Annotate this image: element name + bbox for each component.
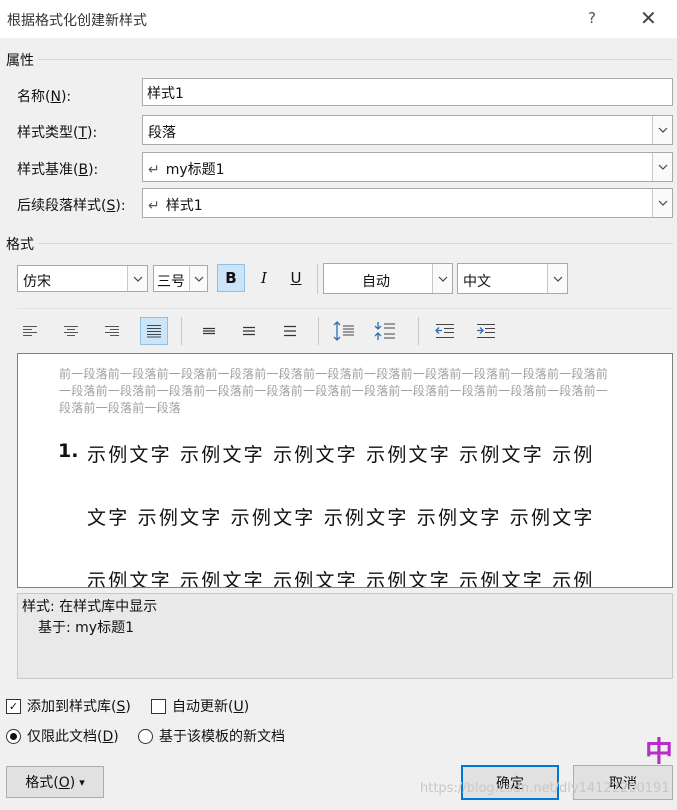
format-divider (38, 243, 673, 244)
paragraph-return-icon: ↵ (148, 162, 160, 178)
template-documents-label: 基于该模板的新文档 (159, 729, 285, 745)
underline-button[interactable]: U (282, 264, 310, 292)
font-value: 仿宋 (23, 274, 51, 290)
single-spacing-button[interactable] (195, 317, 223, 345)
indent-decrease-icon (435, 324, 454, 338)
align-right-button[interactable] (98, 317, 126, 345)
spacing-decrease-icon (374, 322, 395, 340)
chevron-down-icon[interactable] (547, 264, 567, 293)
justify-button[interactable] (140, 317, 168, 345)
sample-text-line-1: 示例文字 示例文字 示例文字 示例文字 示例文字 示例 (87, 444, 595, 466)
font-size-select[interactable]: 三号 (153, 265, 208, 292)
check-icon: ✓ (8, 699, 19, 713)
next-style-select[interactable]: ↵ 样式1 (142, 188, 673, 218)
decrease-paragraph-spacing-button[interactable] (371, 317, 399, 345)
font-size-value: 三号 (157, 274, 185, 290)
auto-update-label: 自动更新(U) (172, 699, 250, 715)
chevron-down-icon[interactable] (432, 264, 452, 293)
line-spacing-double-icon (284, 325, 296, 337)
only-this-document-label: 仅限此文档(D) (27, 729, 119, 745)
align-right-icon (105, 326, 119, 336)
chevron-down-icon[interactable] (652, 116, 672, 144)
style-description: 样式: 在样式库中显示 基于: my标题1 (17, 593, 673, 679)
font-color-value: 自动 (362, 274, 390, 290)
bold-button[interactable]: B (217, 264, 245, 292)
format-heading: 格式 (6, 237, 34, 253)
format-menu-button[interactable]: 格式(O) ▾ (6, 766, 104, 798)
title-bar: 根据格式化创建新样式 ? ✕ (0, 0, 677, 38)
add-to-gallery-label: 添加到样式库(S) (27, 699, 131, 715)
one-half-spacing-button[interactable] (235, 317, 263, 345)
template-documents-radio[interactable]: 基于该模板的新文档 (138, 726, 285, 746)
radio-selected[interactable] (6, 728, 21, 744)
italic-button[interactable]: I (250, 264, 278, 292)
description-line-1: 样式: 在样式库中显示 (22, 599, 158, 615)
properties-divider (38, 59, 673, 60)
style-type-select[interactable]: 段落 (142, 115, 673, 145)
toolbar-separator (181, 317, 182, 345)
add-to-gallery-checkbox[interactable]: ✓ 添加到样式库(S) (6, 696, 131, 716)
line-spacing-onehalf-icon (243, 326, 255, 336)
align-left-button[interactable] (16, 317, 44, 345)
description-line-2: 基于: my标题1 (38, 620, 134, 636)
previous-paragraph-text: 前一段落前一段落前一段落前一段落前一段落前一段落前一段落前一段落前一段落前一段落… (59, 367, 609, 415)
indent-increase-icon (477, 324, 495, 338)
chevron-down-icon[interactable] (127, 266, 147, 291)
align-center-icon (64, 326, 78, 336)
script-value: 中文 (463, 274, 491, 290)
decrease-indent-button[interactable] (431, 317, 459, 345)
spacing-increase-icon (333, 321, 354, 341)
name-input-value: 样式1 (147, 86, 184, 102)
checkbox-box[interactable] (151, 698, 166, 714)
list-number: 1. (58, 440, 79, 462)
align-left-icon (23, 326, 37, 336)
help-button[interactable]: ? (588, 9, 596, 27)
dialog-title: 根据格式化创建新样式 (7, 13, 147, 29)
style-based-on-value: my标题1 (165, 162, 225, 178)
toolbar-divider (17, 308, 673, 309)
close-button[interactable]: ✕ (640, 6, 657, 30)
chevron-down-icon[interactable] (652, 153, 672, 181)
toolbar-separator (317, 264, 318, 294)
next-style-value: 样式1 (165, 198, 203, 214)
increase-paragraph-spacing-button[interactable] (330, 317, 358, 345)
style-based-on-label: 样式基准(B): (17, 162, 99, 178)
paragraph-return-icon: ↵ (148, 198, 160, 214)
next-style-label: 后续段落样式(S): (17, 198, 126, 214)
font-color-select[interactable]: 自动 (323, 263, 453, 294)
chevron-down-icon[interactable] (189, 266, 207, 291)
style-type-value: 段落 (148, 125, 176, 141)
toolbar-separator (318, 317, 319, 345)
double-spacing-button[interactable] (276, 317, 304, 345)
logo-glyph: 中 (645, 737, 674, 768)
format-menu-label: 格式(O) (25, 775, 76, 791)
radio-unselected[interactable] (138, 728, 153, 744)
style-preview: 前一段落前一段落前一段落前一段落前一段落前一段落前一段落前一段落前一段落前一段落… (17, 353, 673, 588)
style-type-label: 样式类型(T): (17, 125, 98, 141)
align-center-button[interactable] (57, 317, 85, 345)
name-label: 名称(N): (17, 89, 72, 105)
style-based-on-select[interactable]: ↵ my标题1 (142, 152, 673, 182)
justify-icon (147, 325, 161, 338)
font-select[interactable]: 仿宋 (17, 265, 148, 292)
only-this-document-radio[interactable]: 仅限此文档(D) (6, 726, 119, 746)
properties-heading: 属性 (6, 53, 34, 69)
auto-update-checkbox[interactable]: 自动更新(U) (151, 696, 249, 716)
increase-indent-button[interactable] (472, 317, 500, 345)
chevron-down-icon[interactable] (652, 189, 672, 217)
sample-text-line-2: 文字 示例文字 示例文字 示例文字 示例文字 示例文字 (87, 507, 595, 529)
toolbar-separator (418, 317, 419, 345)
checkbox-box[interactable]: ✓ (6, 698, 21, 714)
watermark-text: https://blog.csdn.net/dly14122200191 (420, 781, 670, 796)
dropdown-arrow-icon: ▾ (79, 775, 85, 789)
script-select[interactable]: 中文 (457, 263, 568, 294)
name-input[interactable]: 样式1 (142, 78, 673, 106)
sample-text-line-3: 示例文字 示例文字 示例文字 示例文字 示例文字 示例 (87, 570, 595, 588)
line-spacing-single-icon (203, 327, 215, 335)
